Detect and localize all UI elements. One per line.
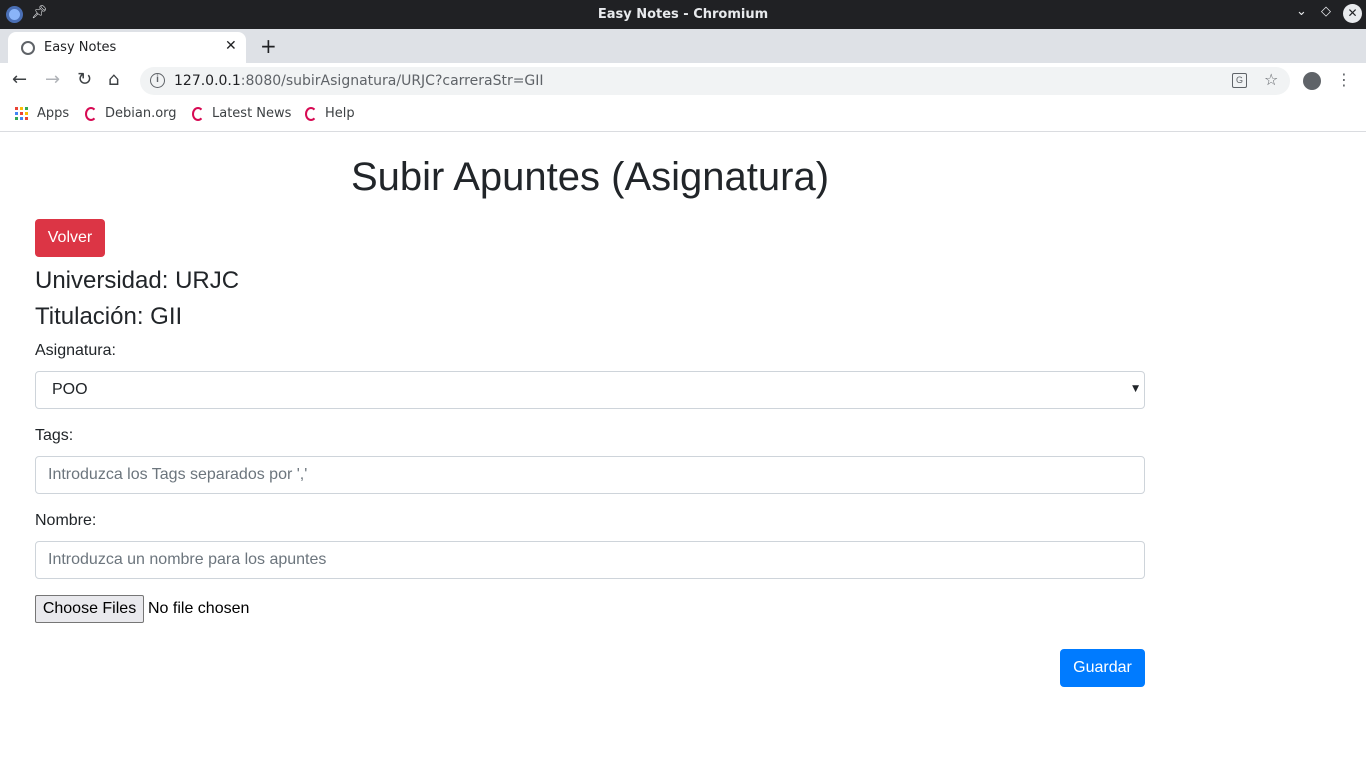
- globe-icon: [21, 41, 35, 55]
- window-titlebar: 📌︎ Easy Notes - Chromium ⌄ ◇ ✕: [0, 0, 1366, 29]
- caret-down-icon: ▼: [1132, 384, 1139, 394]
- tab-strip: Easy Notes ✕ +: [0, 29, 1366, 63]
- universidad-heading: Universidad: URJC: [35, 267, 240, 294]
- volver-button[interactable]: Volver: [35, 219, 105, 257]
- back-arrow-icon[interactable]: ←: [12, 70, 27, 90]
- translate-icon[interactable]: G: [1232, 73, 1247, 88]
- debian-icon: [305, 106, 317, 121]
- nombre-input[interactable]: [35, 541, 1145, 579]
- tags-label: Tags:: [35, 427, 74, 444]
- debian-icon: [192, 106, 204, 121]
- titulacion-heading: Titulación: GII: [35, 303, 183, 330]
- star-icon[interactable]: ☆: [1264, 70, 1278, 89]
- asignatura-select[interactable]: POO ▼: [35, 371, 1145, 409]
- url-text[interactable]: 127.0.0.1:8080/subirAsignatura/URJC?carr…: [174, 73, 544, 89]
- bookmark-apps[interactable]: Apps: [15, 106, 69, 121]
- chevron-down-icon[interactable]: ⌄: [1296, 4, 1307, 19]
- tab-title: Easy Notes: [44, 40, 117, 55]
- asignatura-selected-value: POO: [52, 381, 88, 398]
- profile-icon[interactable]: [1303, 72, 1321, 90]
- window-title: Easy Notes - Chromium: [597, 7, 769, 22]
- reload-icon[interactable]: ↻: [77, 70, 92, 90]
- page-title: Subir Apuntes (Asignatura): [350, 155, 830, 199]
- bookmark-latest-news[interactable]: Latest News: [192, 106, 291, 121]
- home-icon[interactable]: ⌂: [108, 70, 119, 90]
- browser-toolbar: ← → ↻ ⌂ i 127.0.0.1:8080/subirAsignatura…: [0, 63, 1366, 99]
- more-menu-icon[interactable]: ⋮: [1336, 70, 1352, 90]
- debian-icon: [85, 106, 97, 121]
- new-tab-icon[interactable]: +: [260, 34, 277, 58]
- asignatura-label: Asignatura:: [35, 342, 116, 359]
- info-icon[interactable]: i: [150, 73, 165, 88]
- apps-grid-icon: [15, 107, 28, 120]
- close-icon[interactable]: ✕: [1343, 4, 1362, 23]
- bookmark-help[interactable]: Help: [305, 106, 355, 121]
- bookmark-debian[interactable]: Debian.org: [85, 106, 177, 121]
- file-status-text: No file chosen: [148, 600, 250, 617]
- tab-easy-notes[interactable]: Easy Notes ✕: [8, 32, 246, 63]
- guardar-button[interactable]: Guardar: [1060, 649, 1145, 687]
- bookmarks-bar: Apps Debian.org Latest News Help: [0, 99, 1366, 132]
- restore-icon[interactable]: ◇: [1321, 4, 1331, 19]
- page-content: Subir Apuntes (Asignatura) Volver Univer…: [0, 133, 1366, 768]
- nombre-label: Nombre:: [35, 512, 97, 529]
- choose-files-button[interactable]: Choose Files: [35, 595, 144, 623]
- tags-input[interactable]: [35, 456, 1145, 494]
- forward-arrow-icon[interactable]: →: [45, 70, 60, 90]
- address-bar[interactable]: i 127.0.0.1:8080/subirAsignatura/URJC?ca…: [140, 67, 1290, 95]
- tab-close-icon[interactable]: ✕: [225, 38, 237, 54]
